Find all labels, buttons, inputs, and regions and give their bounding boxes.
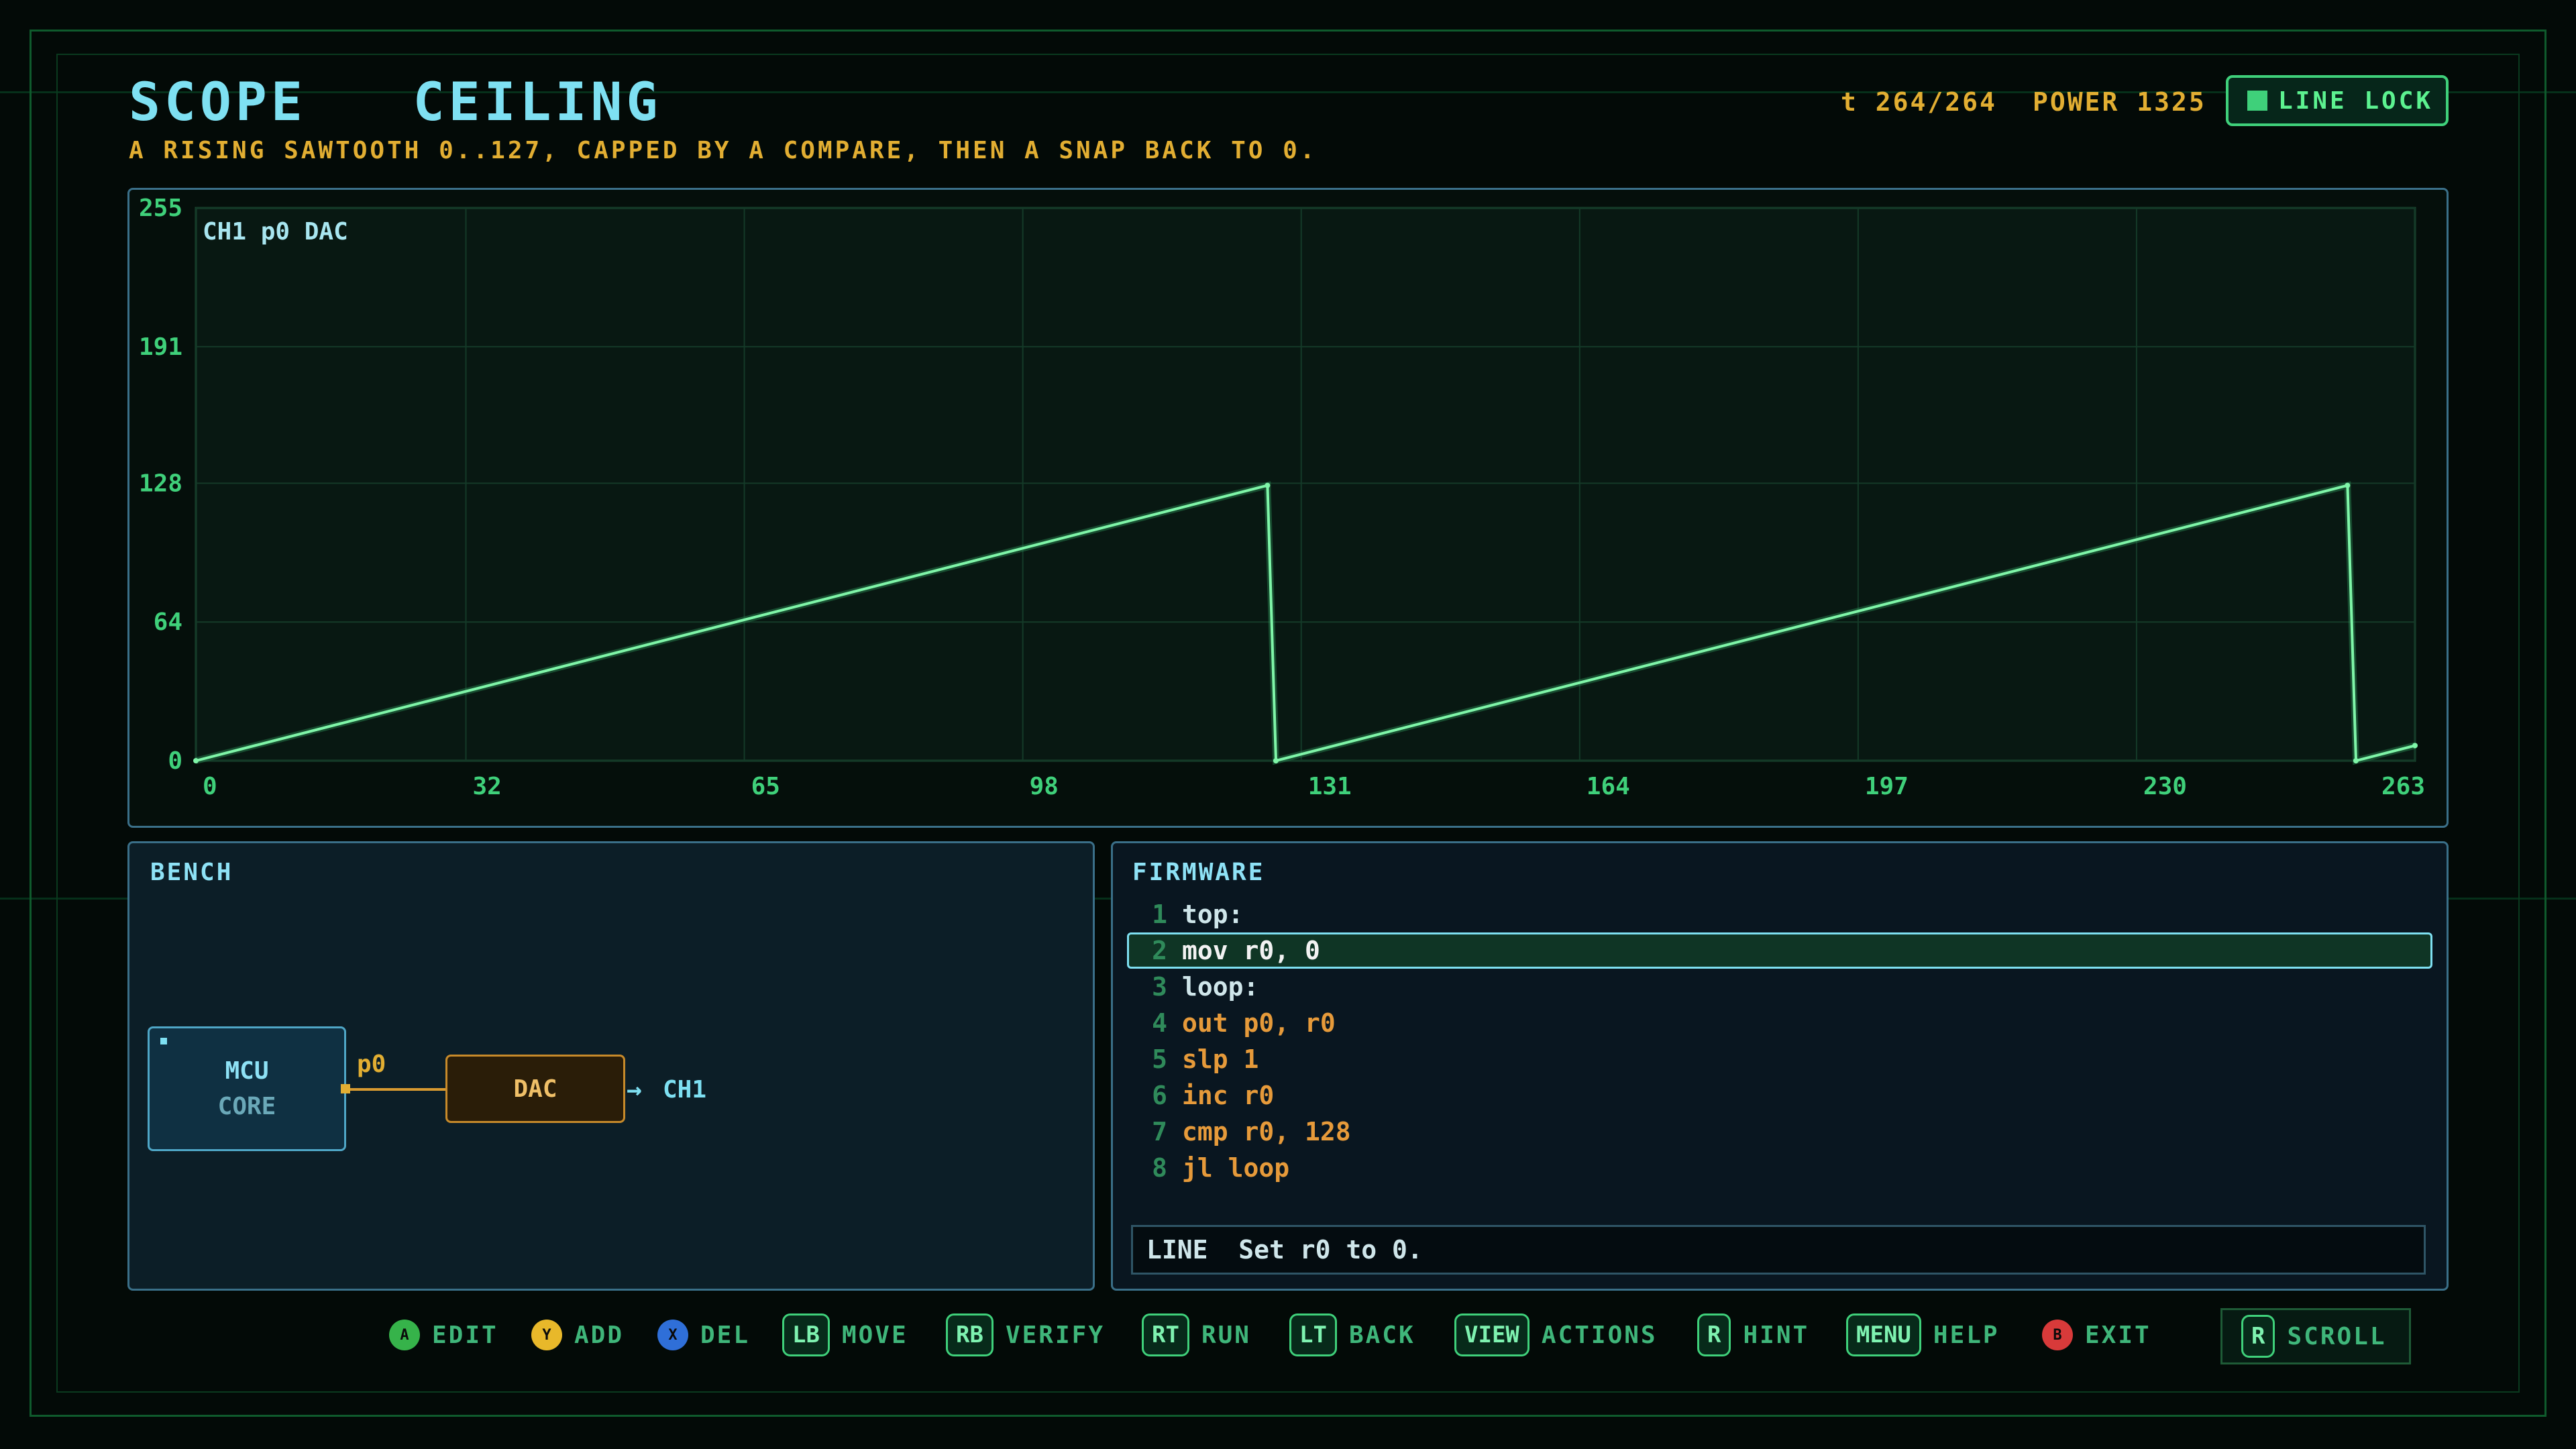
- legend-edit[interactable]: A EDIT: [389, 1308, 498, 1362]
- y-tick-label: 128: [139, 470, 182, 497]
- line-info-box: LINE Set r0 to 0.: [1131, 1225, 2426, 1275]
- ch1-output-label: CH1: [663, 1076, 707, 1104]
- menu-button-icon: MENU: [1846, 1313, 1921, 1356]
- code-text: cmp r0, 128: [1182, 1117, 1351, 1146]
- legend-verify[interactable]: RB VERIFY: [946, 1308, 1105, 1362]
- code-line[interactable]: 6 inc r0: [1140, 1077, 1274, 1114]
- code-line[interactable]: 7 cmp r0, 128: [1140, 1114, 1351, 1150]
- legend-hint[interactable]: R HINT: [1697, 1308, 1809, 1362]
- output-arrow-icon: →: [627, 1075, 642, 1104]
- trace-vertex: [1265, 482, 1271, 488]
- bench-label: BENCH: [150, 859, 233, 886]
- pin-label: p0: [357, 1051, 386, 1078]
- legend-help[interactable]: MENU HELP: [1846, 1308, 2000, 1362]
- line-number: 4: [1152, 1008, 1167, 1038]
- scroll-label: SCROLL: [2287, 1322, 2387, 1350]
- y-tick-label: 64: [154, 608, 182, 636]
- legend-back-label: BACK: [1348, 1321, 1415, 1349]
- code-line[interactable]: 3 loop:: [1140, 969, 1258, 1005]
- code-text: jl loop: [1182, 1153, 1290, 1183]
- trace-vertex: [2353, 758, 2359, 763]
- line-number: 1: [1152, 900, 1167, 929]
- trace-vertex: [1273, 758, 1279, 763]
- scroll-hint[interactable]: R SCROLL: [2220, 1308, 2411, 1364]
- legend-move[interactable]: LB MOVE: [782, 1308, 908, 1362]
- legend-edit-label: EDIT: [432, 1321, 498, 1349]
- code-text: top:: [1182, 900, 1244, 929]
- x-tick-label: 230: [2143, 773, 2187, 800]
- y-tick-label: 0: [168, 747, 182, 775]
- firmware-panel: [1111, 841, 2449, 1291]
- code-line[interactable]: 2 mov r0, 0: [1140, 932, 1320, 969]
- x-button-icon: X: [657, 1320, 688, 1350]
- lb-button-icon: LB: [782, 1313, 830, 1356]
- legend-actions[interactable]: VIEW ACTIONS: [1454, 1308, 1658, 1362]
- x-tick-label: 0: [203, 773, 217, 800]
- legend-run[interactable]: RT RUN: [1142, 1308, 1251, 1362]
- a-button-icon: A: [389, 1320, 420, 1350]
- legend-add[interactable]: Y ADD: [531, 1308, 624, 1362]
- y-tick-label: 191: [139, 333, 182, 361]
- r-button-icon: R: [1697, 1313, 1731, 1356]
- y-tick-label: 255: [139, 195, 182, 222]
- selected-line-highlight: [1127, 932, 2432, 969]
- legend-add-label: ADD: [574, 1321, 625, 1349]
- legend-exit[interactable]: B EXIT: [2042, 1308, 2151, 1362]
- code-text: inc r0: [1182, 1081, 1275, 1110]
- line-number: 3: [1152, 972, 1167, 1002]
- rt-button-icon: RT: [1142, 1313, 1189, 1356]
- code-line[interactable]: 1 top:: [1140, 896, 1244, 932]
- line-number: 5: [1152, 1044, 1167, 1074]
- x-tick-label: 131: [1308, 773, 1352, 800]
- lt-button-icon: LT: [1289, 1313, 1337, 1356]
- legend-back[interactable]: LT BACK: [1289, 1308, 1415, 1362]
- legend-verify-label: VERIFY: [1005, 1321, 1105, 1349]
- trace-vertex: [2412, 743, 2418, 749]
- code-text: slp 1: [1182, 1044, 1259, 1074]
- code-line[interactable]: 4 out p0, r0: [1140, 1005, 1336, 1041]
- rb-button-icon: RB: [946, 1313, 994, 1356]
- line-number: 2: [1152, 936, 1167, 965]
- code-text: out p0, r0: [1182, 1008, 1336, 1038]
- dac-block[interactable]: DAC: [445, 1055, 625, 1123]
- line-number: 8: [1152, 1153, 1167, 1183]
- mcu-sublabel: CORE: [217, 1093, 276, 1120]
- legend-hint-label: HINT: [1743, 1321, 1810, 1349]
- x-tick-label: 197: [1865, 773, 1909, 800]
- trace-vertex: [193, 758, 199, 763]
- legend-del-label: DEL: [700, 1321, 751, 1349]
- mcu-label: MCU: [225, 1057, 269, 1085]
- legend-del[interactable]: X DEL: [657, 1308, 750, 1362]
- code-line[interactable]: 8 jl loop: [1140, 1150, 1289, 1186]
- x-tick-label: 164: [1587, 773, 1630, 800]
- legend-run-label: RUN: [1201, 1321, 1251, 1349]
- legend-exit-label: EXIT: [2085, 1321, 2151, 1349]
- mcu-corner-marker: [160, 1038, 167, 1044]
- line-number: 6: [1152, 1081, 1167, 1110]
- dac-label: DAC: [513, 1075, 557, 1103]
- view-button-icon: VIEW: [1454, 1313, 1529, 1356]
- x-tick-label: 263: [2381, 773, 2425, 800]
- x-tick-label: 98: [1030, 773, 1059, 800]
- y-button-icon: Y: [531, 1320, 562, 1350]
- code-line[interactable]: 5 slp 1: [1140, 1041, 1258, 1077]
- p0-wire: [346, 1088, 445, 1091]
- code-text: loop:: [1182, 972, 1259, 1002]
- channel-label: CH1 p0 DAC: [203, 218, 348, 246]
- legend-help-label: HELP: [1933, 1321, 2000, 1349]
- code-text: mov r0, 0: [1182, 936, 1320, 965]
- line-number: 7: [1152, 1117, 1167, 1146]
- b-button-icon: B: [2042, 1320, 2073, 1350]
- x-tick-label: 32: [472, 773, 501, 800]
- legend-actions-label: ACTIONS: [1541, 1321, 1658, 1349]
- trace-vertex: [2345, 482, 2351, 488]
- x-tick-label: 65: [751, 773, 780, 800]
- legend-move-label: MOVE: [841, 1321, 908, 1349]
- p0-pin-icon[interactable]: [341, 1084, 350, 1093]
- r-stick-icon: R: [2241, 1315, 2275, 1358]
- mcu-core-block[interactable]: MCU CORE: [148, 1026, 346, 1151]
- firmware-label: FIRMWARE: [1132, 859, 1265, 886]
